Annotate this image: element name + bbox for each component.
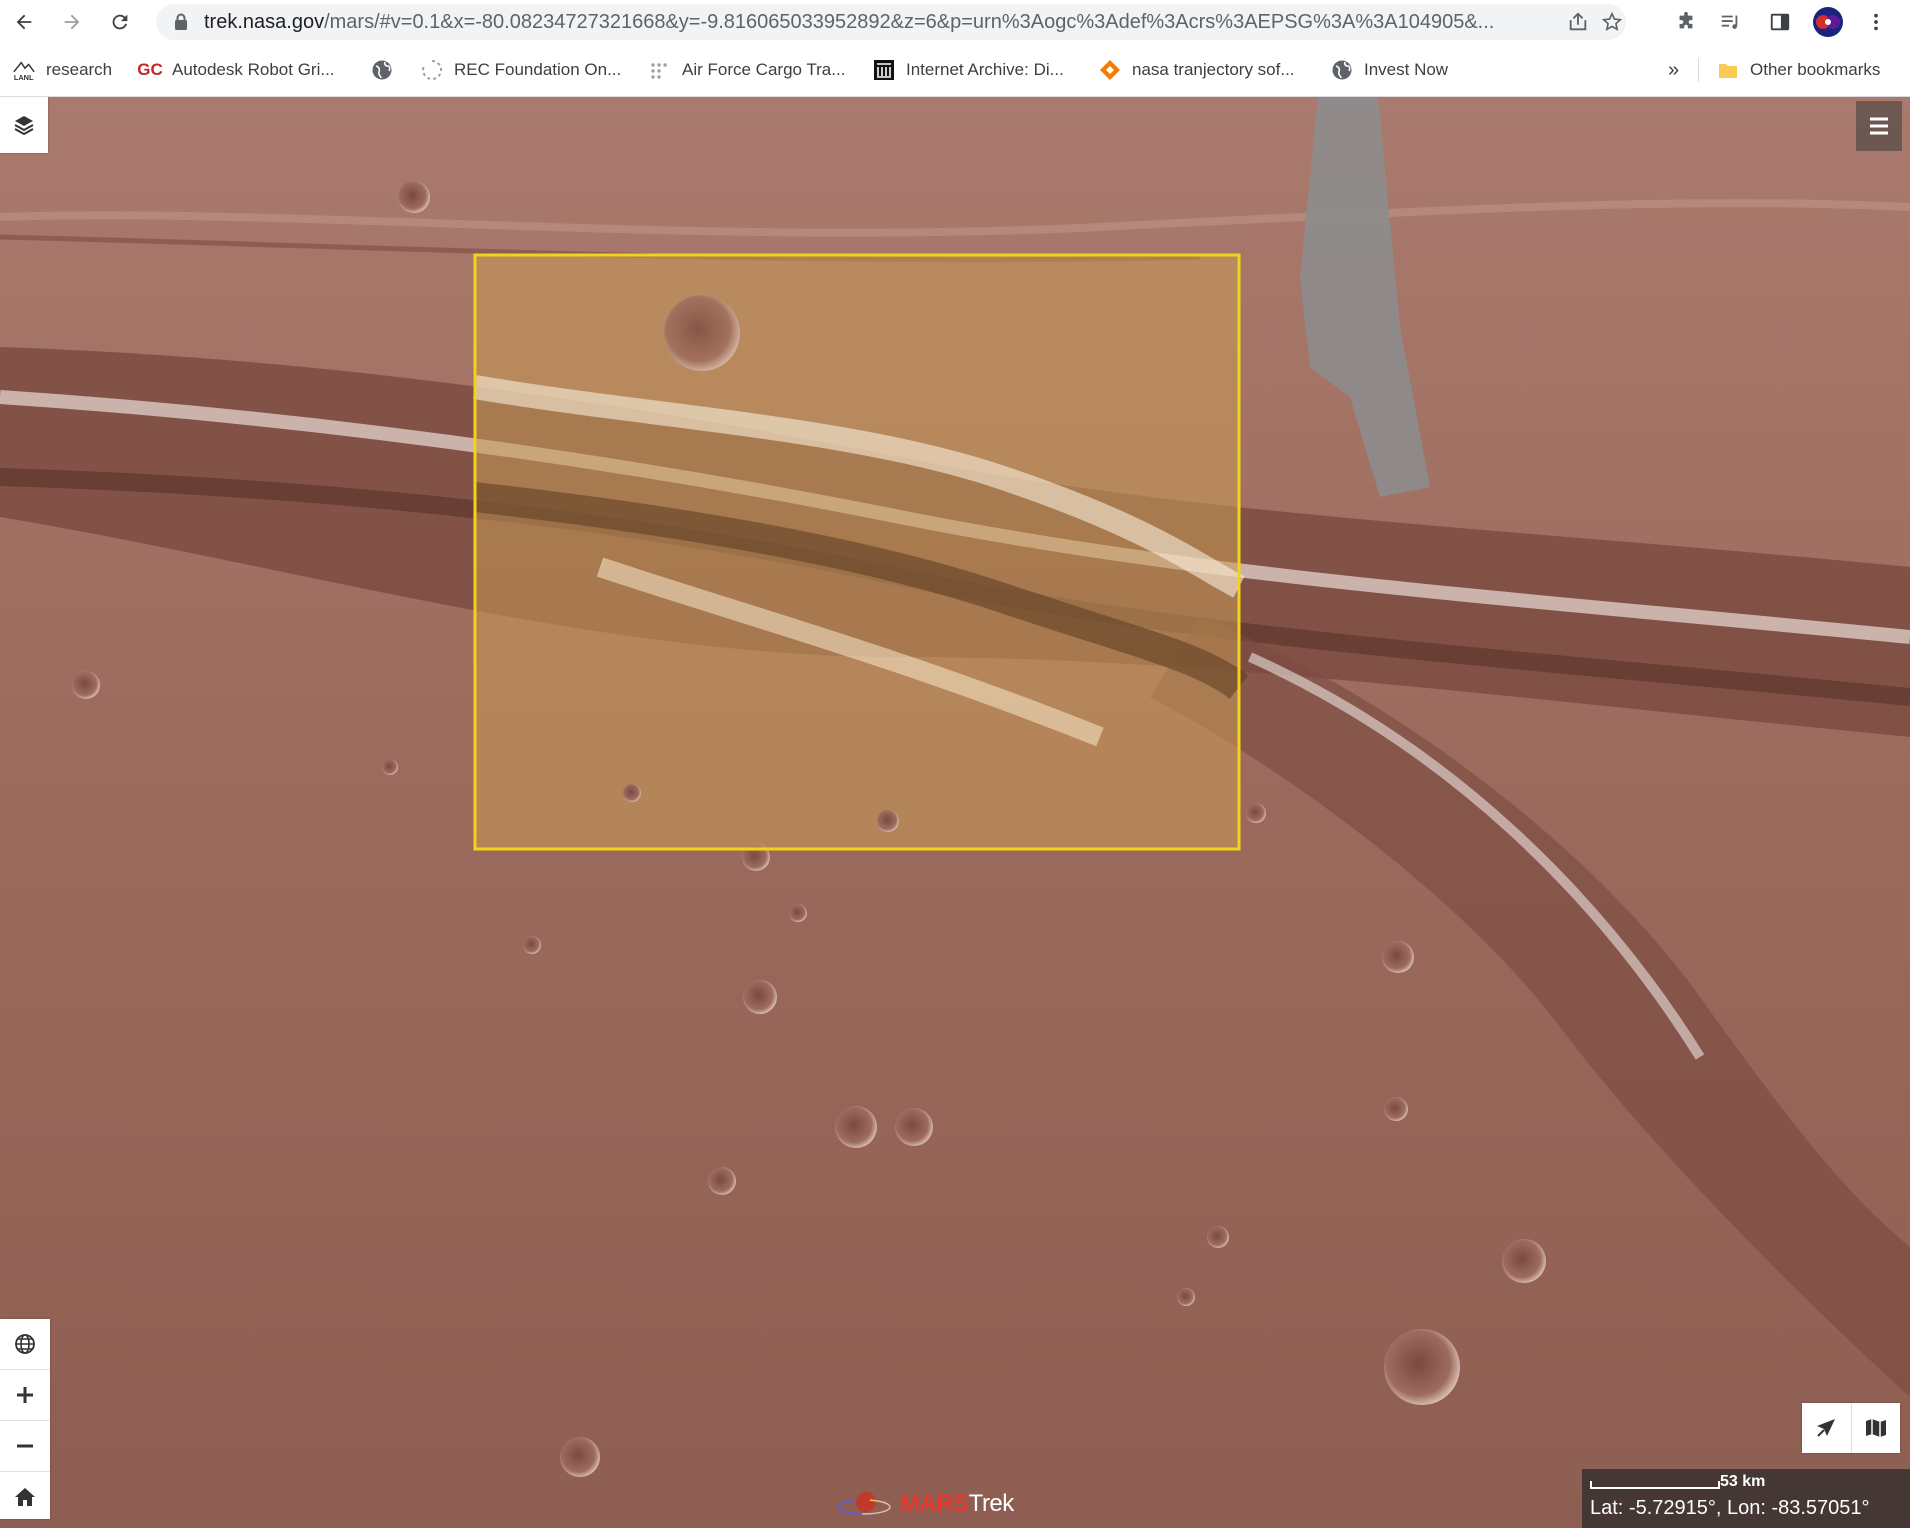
layers-icon — [14, 116, 34, 136]
gc-logo-icon: GC — [137, 60, 163, 79]
bookmark-label: Autodesk Robot Gri... — [172, 60, 335, 79]
bookmarks-divider — [1698, 58, 1699, 82]
other-bookmarks-folder[interactable]: Other bookmarks — [1716, 56, 1880, 84]
fly-to-button[interactable] — [1802, 1403, 1851, 1453]
avatar-icon — [1813, 7, 1843, 37]
bookmark-label: research — [46, 60, 113, 79]
minus-icon — [17, 1444, 33, 1448]
bookmark-globe[interactable] — [370, 56, 404, 84]
plus-icon — [17, 1387, 33, 1403]
side-panel-button[interactable] — [1764, 6, 1796, 38]
brand-mars: MARS — [900, 1490, 969, 1517]
map-view-button[interactable] — [1850, 1403, 1901, 1453]
browser-toolbar: trek.nasa.gov/mars/#v=0.1&x=-80.08234727… — [0, 0, 1910, 44]
share-icon — [1569, 12, 1587, 31]
bookmarks-overflow-button[interactable]: » — [1668, 56, 1679, 84]
home-button[interactable] — [0, 1472, 50, 1522]
map-icon — [1865, 1419, 1886, 1437]
cursor-coordinates: Lat: -5.72915°, Lon: -83.57051° — [1590, 1497, 1870, 1519]
folder-icon — [1716, 58, 1740, 82]
address-bar[interactable]: trek.nasa.gov/mars/#v=0.1&x=-80.08234727… — [156, 4, 1626, 40]
forward-button[interactable] — [56, 6, 88, 38]
bookmark-invest-now[interactable]: Invest Now — [1330, 56, 1448, 84]
layers-button[interactable] — [0, 97, 48, 153]
map-tools — [1802, 1403, 1900, 1453]
puzzle-icon — [1679, 11, 1693, 29]
bookmark-label: Air Force Cargo Tra... — [682, 60, 846, 79]
zoom-out-button[interactable] — [0, 1421, 50, 1472]
scale-bar — [1590, 1481, 1720, 1489]
browser-menu-button[interactable] — [1860, 6, 1892, 38]
globe-icon — [15, 1334, 35, 1354]
profile-avatar[interactable] — [1812, 6, 1844, 38]
marstrek-logo[interactable]: MARS Trek — [836, 1484, 1014, 1524]
archive-icon — [872, 58, 896, 82]
lock-icon — [175, 13, 187, 30]
bookmark-label: REC Foundation On... — [454, 60, 622, 79]
globe-icon — [1330, 58, 1354, 82]
share-button[interactable] — [1564, 8, 1592, 36]
bookmark-autodesk[interactable]: GC Autodesk Robot Gri... — [137, 56, 335, 84]
bookmark-air-force[interactable]: Air Force Cargo Tra... — [648, 56, 845, 84]
bookmark-internet-archive[interactable]: Internet Archive: Di... — [872, 56, 1064, 84]
bookmark-label: Other bookmarks — [1750, 60, 1881, 79]
map-menu-button[interactable] — [1856, 101, 1902, 151]
brand-trek: Trek — [968, 1490, 1015, 1517]
extensions-button[interactable] — [1670, 6, 1702, 38]
zoom-in-button[interactable] — [0, 1370, 50, 1421]
bookmark-label: Internet Archive: Di... — [906, 60, 1064, 79]
bookmark-nasa-trajectory[interactable]: nasa tranjectory sof... — [1098, 56, 1295, 84]
airplane-icon — [1817, 1419, 1836, 1437]
media-controls-button[interactable] — [1714, 6, 1746, 38]
bookmarks-bar: LANL research GC Autodesk Robot Gri... R… — [0, 44, 1910, 97]
map-viewport[interactable]: MARS Trek 53 km Lat: -5.72915°, Lon: -83.… — [0, 97, 1910, 1528]
bookmark-star-button[interactable] — [1598, 8, 1626, 36]
arrow-left-icon — [16, 14, 32, 30]
mars-terrain-image[interactable] — [0, 97, 1910, 1528]
arrow-right-icon — [64, 14, 80, 30]
kebab-menu-icon — [1874, 13, 1878, 31]
diamond-logo-icon — [1098, 58, 1122, 82]
bookmark-rec-foundation[interactable]: REC Foundation On... — [420, 56, 621, 84]
lanl-logo-icon: LANL — [12, 58, 36, 82]
reload-icon — [112, 14, 128, 30]
bookmark-label: Invest Now — [1364, 60, 1449, 79]
svg-text:LANL: LANL — [14, 73, 34, 82]
playlist-icon — [1721, 15, 1738, 29]
home-icon — [15, 1488, 35, 1506]
scale-label: 53 km — [1720, 1473, 1766, 1490]
globe-icon — [370, 58, 394, 82]
zoom-controls — [0, 1319, 50, 1519]
selection-region[interactable] — [472, 253, 1249, 851]
bookmark-label: nasa tranjectory sof... — [1132, 60, 1295, 79]
spinner-icon — [420, 58, 444, 82]
planet-logo-icon — [837, 1492, 891, 1515]
grid-dots-icon — [648, 58, 672, 82]
reload-button[interactable] — [104, 6, 136, 38]
url-host: trek.nasa.gov — [204, 11, 325, 33]
url-text[interactable]: trek.nasa.gov/mars/#v=0.1&x=-80.08234727… — [204, 4, 1524, 40]
scale-and-coordinates: 53 km Lat: -5.72915°, Lon: -83.57051° — [1582, 1469, 1910, 1528]
globe-view-button[interactable] — [0, 1319, 50, 1370]
side-panel-icon — [1770, 13, 1790, 31]
back-button[interactable] — [8, 6, 40, 38]
url-path: /mars/#v=0.1&x=-80.08234727321668&y=-9.8… — [324, 11, 1495, 33]
hamburger-menu-icon — [1870, 117, 1888, 135]
star-icon — [1601, 11, 1623, 31]
bookmark-research[interactable]: LANL research — [12, 56, 112, 84]
